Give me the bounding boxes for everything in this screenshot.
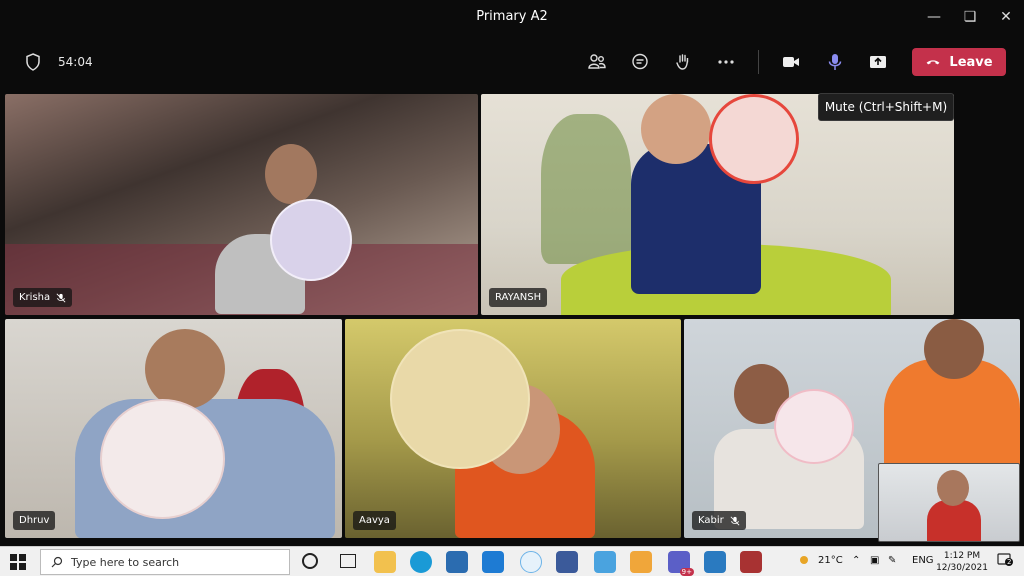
windows-start-icon[interactable]: [10, 554, 26, 574]
minimize-button[interactable]: —: [922, 6, 946, 28]
participant-label: Dhruv: [13, 511, 56, 530]
paper-craft: [774, 389, 854, 464]
app-w-icon[interactable]: [520, 551, 542, 573]
participant-name: Kabir: [698, 515, 724, 526]
child-head: [641, 94, 711, 164]
mail-icon[interactable]: [482, 551, 504, 573]
weather-temp[interactable]: 21°C: [818, 555, 843, 566]
leave-label: Leave: [949, 54, 993, 70]
participant-name: Dhruv: [19, 515, 50, 526]
winrar-icon[interactable]: [740, 551, 762, 573]
participant-label: RAYANSH: [489, 288, 548, 307]
leave-button[interactable]: Leave: [912, 48, 1006, 76]
adult-head: [924, 319, 984, 379]
cortana-icon[interactable]: [302, 553, 318, 569]
title-bar: Primary A2 — ❏ ✕: [0, 0, 1024, 34]
more-options-icon[interactable]: [713, 49, 739, 75]
participant-name: Aavya: [359, 515, 390, 526]
maximize-button[interactable]: ❏: [958, 6, 982, 28]
video-tile-dhruv[interactable]: Dhruv: [5, 319, 342, 538]
paper-craft: [390, 329, 530, 469]
network-app-icon[interactable]: [556, 551, 578, 573]
window-title: Primary A2: [476, 9, 548, 24]
participant-label: Aavya: [353, 511, 396, 530]
meeting-timer: 54:04: [58, 55, 93, 69]
share-screen-icon[interactable]: [865, 49, 891, 75]
raise-hand-icon[interactable]: [670, 49, 696, 75]
store-icon[interactable]: [446, 551, 468, 573]
shield-icon[interactable]: [20, 49, 46, 75]
clock-date: 12/30/2021: [936, 563, 988, 573]
search-placeholder: Type here to search: [71, 555, 180, 569]
windows-taskbar: Type here to search 9+ 21°C ⌃ ▣ ✎ ENG 1:…: [0, 546, 1024, 576]
search-icon: [51, 556, 63, 568]
microphone-icon[interactable]: [822, 49, 848, 75]
laptop-app-icon[interactable]: [594, 551, 616, 573]
file-explorer-icon[interactable]: [374, 551, 396, 573]
participant-name: RAYANSH: [495, 292, 542, 303]
mute-tooltip: Mute (Ctrl+Shift+M): [818, 93, 954, 121]
self-head: [937, 470, 969, 506]
paper-craft: [100, 399, 225, 519]
notifications-icon[interactable]: 2: [996, 551, 1014, 570]
paper-craft: [709, 94, 799, 184]
edge-icon[interactable]: [410, 551, 432, 573]
video-tile-krisha[interactable]: Krisha: [5, 94, 478, 315]
self-body: [927, 500, 981, 541]
chevron-up-icon[interactable]: ⌃: [852, 555, 860, 566]
teams-icon[interactable]: 9+: [668, 551, 694, 576]
child-head: [265, 144, 317, 204]
paper-craft: [270, 199, 352, 281]
muted-mic-icon: [56, 293, 66, 302]
toolbar-divider: [758, 50, 759, 74]
weather-icon[interactable]: [796, 552, 812, 571]
clock-time: 1:12 PM: [943, 551, 981, 561]
task-view-icon[interactable]: [340, 554, 356, 568]
wall-decal-tree: [541, 114, 631, 264]
notes-app-icon[interactable]: [630, 551, 652, 573]
teams-badge: 9+: [679, 568, 694, 576]
phone-hangup-icon: [927, 60, 940, 65]
chat-icon[interactable]: [627, 49, 653, 75]
video-tile-rayansh[interactable]: RAYANSH: [481, 94, 954, 315]
pen-icon[interactable]: ✎: [888, 555, 896, 566]
taskbar-search[interactable]: Type here to search: [40, 549, 290, 575]
meeting-toolbar: 54:04 Leave: [0, 34, 1024, 90]
muted-mic-icon: [730, 516, 740, 525]
participant-label: Krisha: [13, 288, 73, 307]
self-view-tile[interactable]: [878, 463, 1020, 542]
participants-icon[interactable]: [584, 49, 610, 75]
camera-icon[interactable]: [778, 49, 804, 75]
video-tile-aavya[interactable]: Aavya: [345, 319, 681, 538]
notifications-count: 2: [1005, 558, 1014, 566]
participant-name: Krisha: [19, 292, 51, 303]
network-tray-icon[interactable]: ▣: [870, 555, 879, 566]
close-button[interactable]: ✕: [994, 6, 1018, 28]
participant-label: Kabir: [692, 511, 746, 530]
child-head: [145, 329, 225, 409]
taskbar-clock[interactable]: 1:12 PM 12/30/2021: [930, 550, 994, 574]
media-app-icon[interactable]: [704, 551, 726, 573]
